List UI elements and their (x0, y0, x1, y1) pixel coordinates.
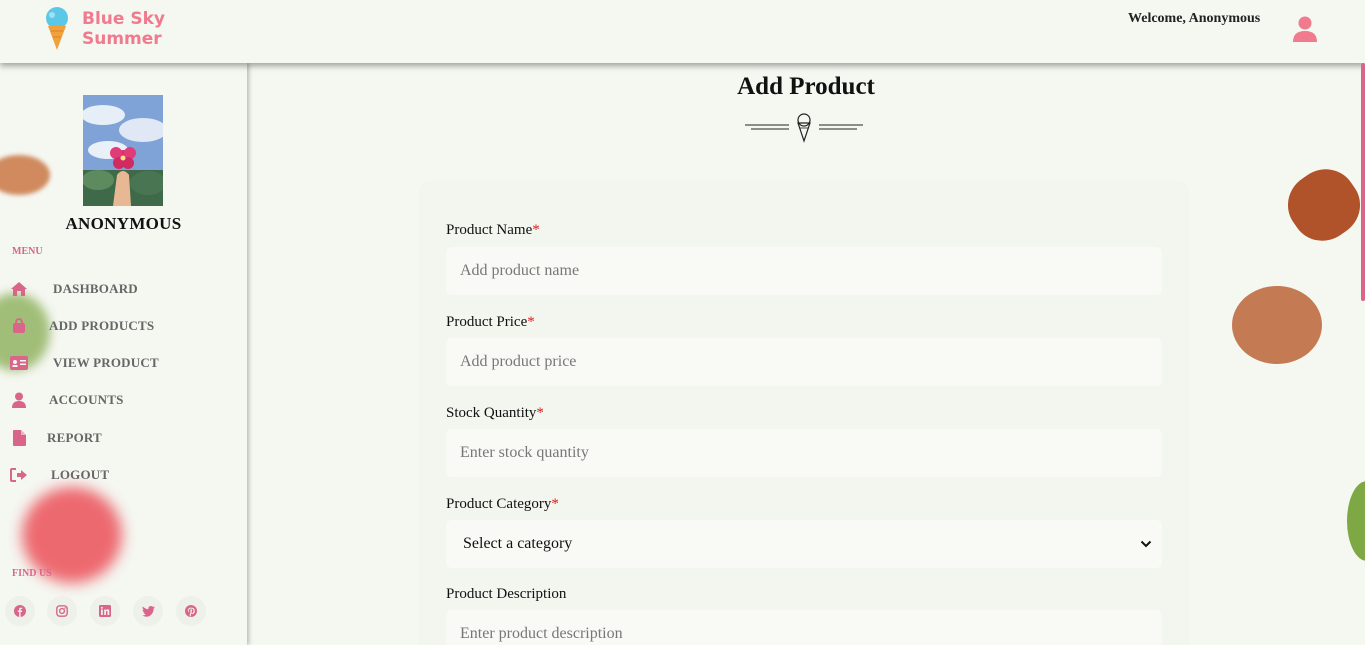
required-marker: * (532, 222, 540, 238)
brand-line-2: Summer (82, 29, 162, 49)
instagram-icon (56, 605, 68, 617)
product-price-label: Product Price* (446, 314, 535, 331)
product-name-label: Product Name* (446, 222, 540, 239)
home-icon (9, 280, 29, 298)
welcome-text: Welcome, Anonymous (1128, 11, 1261, 26)
sidebar-item-label: ACCOUNTS (49, 392, 124, 407)
product-category-select[interactable]: Select a category (446, 520, 1162, 568)
selected-option: Select a category (463, 535, 573, 552)
label-text: Stock Quantity (446, 405, 537, 421)
top-header: Blue Sky Summer Welcome, Anonymous (0, 0, 1365, 63)
ice-cream-logo-icon (46, 7, 68, 50)
find-us-heading: FIND US (12, 568, 52, 579)
product-description-textarea[interactable]: Enter product description (446, 610, 1162, 645)
sidebar-item-accounts[interactable]: ACCOUNTS (9, 390, 124, 410)
required-marker: * (527, 314, 535, 330)
product-price-input[interactable]: Add product price (446, 338, 1162, 386)
label-text: Product Name (446, 222, 533, 238)
brand-logo[interactable]: Blue Sky Summer (44, 6, 165, 52)
decorative-leaf-edge-image (1347, 481, 1365, 561)
bag-icon (9, 317, 29, 335)
required-marker: * (536, 405, 544, 421)
placeholder-text: Enter stock quantity (460, 444, 589, 461)
brand-name: Blue Sky Summer (82, 9, 165, 49)
stock-quantity-label: Stock Quantity* (446, 405, 544, 422)
placeholder-text: Enter product description (460, 625, 623, 642)
decorative-almond-image (1232, 286, 1322, 364)
facebook-link[interactable] (5, 596, 35, 626)
id-card-icon (9, 354, 29, 372)
product-description-label: Product Description (446, 586, 566, 603)
sidebar-item-label: REPORT (47, 430, 102, 445)
linkedin-link[interactable] (90, 596, 120, 626)
sidebar-item-report[interactable]: REPORT (9, 428, 102, 448)
menu-heading: MENU (12, 246, 43, 257)
sidebar-item-label: ADD PRODUCTS (49, 318, 155, 333)
profile-name: ANONYMOUS (65, 214, 182, 233)
user-icon (9, 391, 29, 409)
chevron-down-icon (1140, 540, 1152, 548)
sidebar: ANONYMOUS MENU DASHBOARD ADD PRODUCTS VI… (0, 63, 247, 645)
page-title: Add Product (737, 73, 875, 100)
sidebar-item-label: VIEW PRODUCT (53, 355, 159, 370)
sidebar-item-view-product[interactable]: VIEW PRODUCT (9, 353, 159, 373)
sidebar-item-add-products[interactable]: ADD PRODUCTS (9, 316, 154, 336)
stock-quantity-input[interactable]: Enter stock quantity (446, 429, 1162, 477)
file-icon (9, 429, 29, 447)
linkedin-icon (99, 605, 111, 617)
pinterest-link[interactable] (176, 596, 206, 626)
ice-cream-divider-icon (745, 113, 863, 143)
main-content: Add Product Product Name* Add product na… (247, 63, 1365, 645)
decorative-pecan-image (1275, 157, 1365, 253)
scrollbar-thumb[interactable] (1361, 63, 1365, 301)
brand-line-1: Blue Sky (82, 9, 165, 29)
profile-photo (83, 95, 163, 206)
product-name-input[interactable]: Add product name (446, 247, 1162, 295)
required-marker: * (551, 496, 559, 512)
user-account-icon[interactable] (1291, 15, 1319, 43)
product-category-label: Product Category* (446, 496, 559, 513)
label-text: Product Price (446, 314, 528, 330)
instagram-link[interactable] (47, 596, 77, 626)
placeholder-text: Add product price (460, 353, 577, 370)
twitter-icon (141, 605, 155, 617)
sidebar-item-label: DASHBOARD (53, 281, 138, 296)
placeholder-text: Add product name (460, 262, 580, 279)
sidebar-item-label: LOGOUT (51, 467, 110, 482)
pinterest-icon (185, 605, 197, 617)
decorative-nut-image (0, 155, 50, 195)
label-text: Product Description (446, 586, 567, 602)
sidebar-item-dashboard[interactable]: DASHBOARD (9, 279, 138, 299)
twitter-link[interactable] (133, 596, 163, 626)
label-text: Product Category (446, 496, 552, 512)
sidebar-item-logout[interactable]: LOGOUT (9, 465, 109, 485)
logout-icon (9, 466, 29, 484)
facebook-icon (14, 605, 26, 617)
